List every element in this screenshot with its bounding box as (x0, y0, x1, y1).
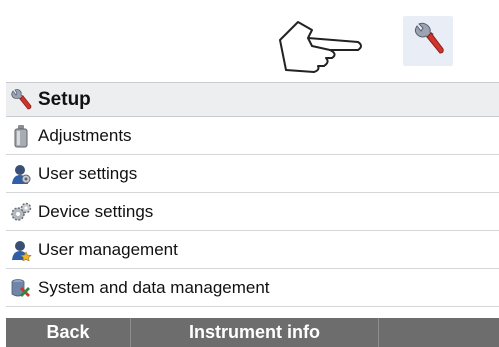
footer-empty-button[interactable] (379, 318, 499, 347)
instrument-info-button[interactable]: Instrument info (131, 318, 379, 347)
setup-menu: Adjustments User settings Device setting… (6, 117, 499, 307)
back-button[interactable]: Back (6, 318, 131, 347)
menu-item-user-settings[interactable]: User settings (6, 155, 499, 193)
wrench-icon (411, 22, 445, 61)
menu-item-label: User management (38, 239, 178, 259)
user-settings-icon (10, 162, 32, 186)
menu-item-system-data-management[interactable]: System and data management (6, 269, 499, 307)
menu-item-user-management[interactable]: User management (6, 231, 499, 269)
weight-icon (10, 124, 32, 148)
users-icon (10, 238, 32, 262)
gears-icon (10, 200, 32, 224)
wrench-icon (10, 88, 32, 112)
menu-item-label: Device settings (38, 201, 154, 221)
menu-item-adjustments[interactable]: Adjustments (6, 117, 499, 155)
page-title: Setup (38, 88, 91, 110)
menu-item-label: System and data management (38, 277, 270, 297)
menu-item-device-settings[interactable]: Device settings (6, 193, 499, 231)
setup-panel: Setup Adjustments User settings Device s… (6, 82, 499, 307)
menu-item-label: User settings (38, 163, 138, 183)
system-data-icon (10, 276, 32, 300)
setup-shortcut-button[interactable] (403, 16, 453, 66)
panel-header: Setup (6, 82, 499, 117)
footer-bar: Back Instrument info (6, 318, 499, 347)
pointing-hand-icon (268, 10, 366, 74)
menu-item-label: Adjustments (38, 125, 132, 145)
